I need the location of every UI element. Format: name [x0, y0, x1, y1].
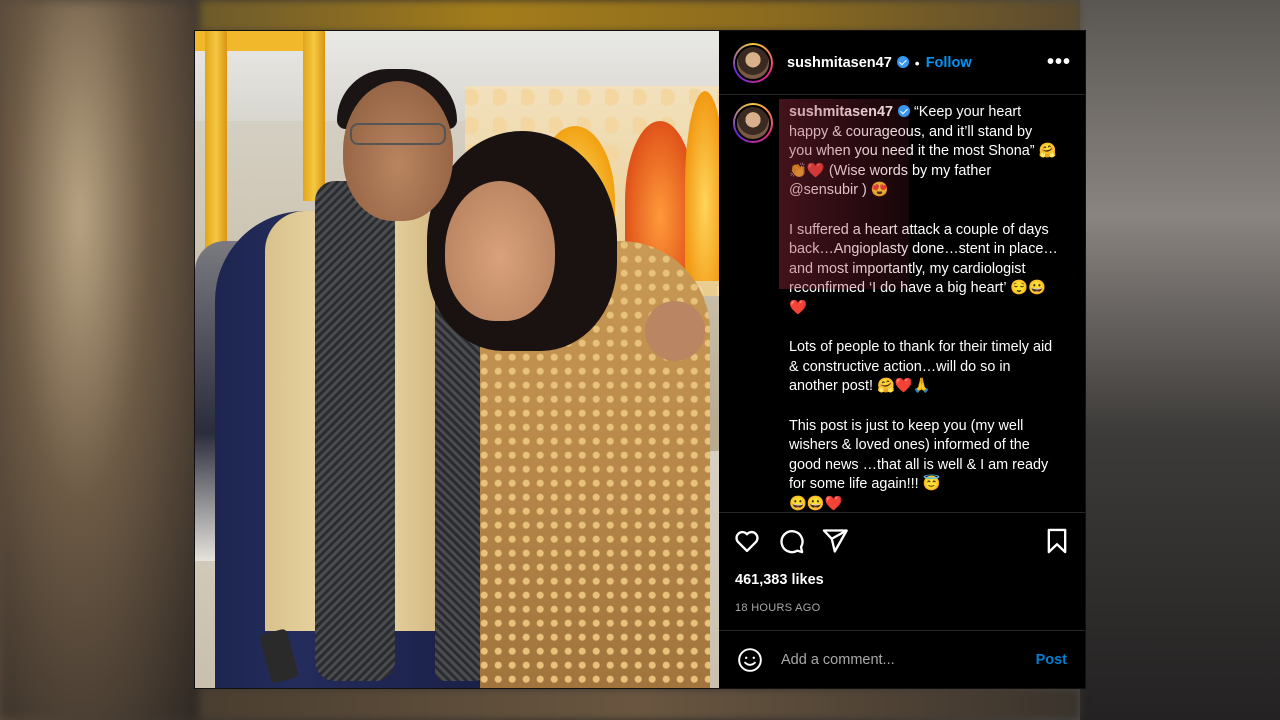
- background-blur-top: [200, 0, 1080, 32]
- caption-avatar[interactable]: [733, 103, 773, 143]
- separator-dot: •: [914, 54, 920, 71]
- photo-decor: [685, 91, 719, 281]
- comment-bar: Post: [719, 630, 1085, 688]
- emoji-icon[interactable]: [737, 647, 763, 673]
- photo-woman-face: [445, 181, 555, 321]
- photo-pillar: [303, 31, 325, 201]
- follow-button[interactable]: Follow: [926, 55, 972, 71]
- verified-badge-icon: [897, 105, 910, 117]
- background-blur-right: [1080, 0, 1280, 720]
- post-photo[interactable]: [195, 31, 719, 688]
- action-bar: [719, 512, 1085, 568]
- comment-icon[interactable]: [777, 527, 805, 555]
- photo-man-face: [343, 81, 453, 221]
- background-blur-left: [0, 0, 200, 720]
- verified-badge-icon: [896, 55, 909, 68]
- background-blur-bottom: [200, 688, 1080, 720]
- bookmark-icon[interactable]: [1043, 527, 1071, 555]
- photo-glasses: [350, 123, 446, 145]
- likes-count[interactable]: 461,383 likes: [719, 568, 1085, 588]
- avatar[interactable]: [733, 42, 773, 83]
- post-timestamp[interactable]: 18 HOURS AGO: [719, 588, 1085, 630]
- photo-hand: [645, 301, 705, 361]
- post-header: sushmitasen47 • Follow •••: [719, 31, 1085, 95]
- caption-area[interactable]: sushmitasen47 “Keep your heart happy & c…: [719, 95, 1085, 512]
- heart-icon[interactable]: [733, 527, 761, 555]
- post-comment-button[interactable]: Post: [1036, 652, 1067, 668]
- caption-username[interactable]: sushmitasen47: [789, 104, 893, 120]
- username-link[interactable]: sushmitasen47: [787, 55, 909, 71]
- post-side-panel: sushmitasen47 • Follow ••• sushmitasen47…: [719, 31, 1085, 688]
- caption-text: sushmitasen47 “Keep your heart happy & c…: [789, 103, 1059, 512]
- photo-scarf: [315, 181, 395, 681]
- send-icon[interactable]: [821, 527, 849, 555]
- caption-body: “Keep your heart happy & courageous, and…: [789, 104, 1058, 512]
- instagram-post: sushmitasen47 • Follow ••• sushmitasen47…: [195, 31, 1085, 688]
- photo-pillar: [205, 31, 227, 261]
- comment-input[interactable]: [779, 650, 1036, 669]
- more-options-icon[interactable]: •••: [1047, 51, 1071, 74]
